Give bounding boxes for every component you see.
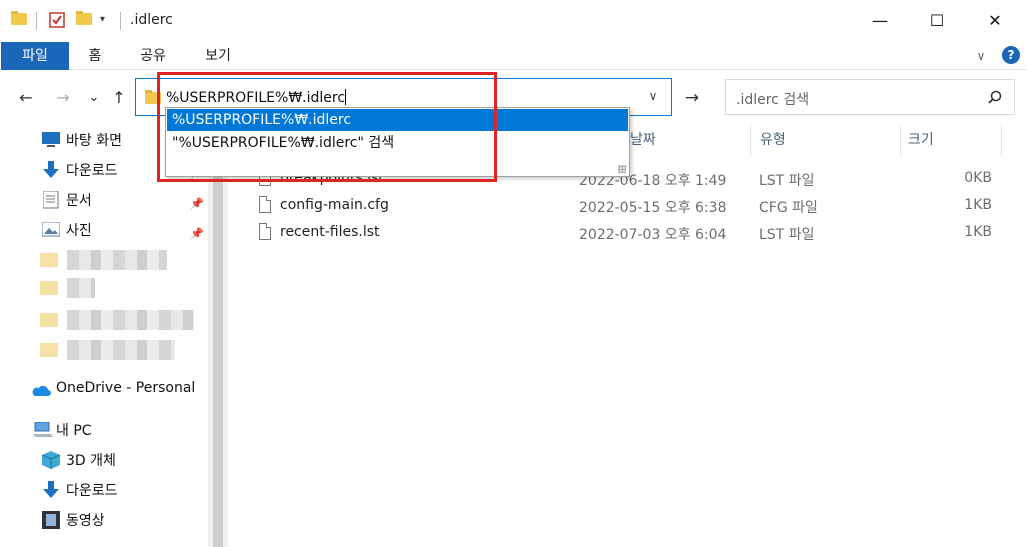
tab-file[interactable]: 파일	[1, 42, 69, 70]
folder-icon	[40, 343, 58, 357]
address-dropdown-icon[interactable]: ∨	[645, 88, 661, 104]
chevron-down-icon[interactable]: ∨	[971, 46, 991, 66]
redacted-label	[67, 250, 167, 270]
pin-icon[interactable]: 📌	[190, 227, 204, 240]
sidebar-item-label: 문서	[66, 193, 92, 209]
documents-icon	[43, 191, 59, 209]
search-input[interactable]: .idlerc 검색	[736, 89, 809, 109]
column-header-type[interactable]: 유형	[760, 126, 786, 154]
sidebar-scrollbar-thumb[interactable]	[213, 126, 223, 547]
pictures-icon	[42, 222, 60, 237]
search-icon[interactable]	[988, 90, 1002, 104]
cloud-icon	[32, 385, 51, 396]
file-name: config-main.cfg	[280, 197, 389, 213]
desktop-icon	[42, 132, 60, 147]
tab-home[interactable]: 홈	[80, 42, 110, 70]
back-button[interactable]: ←	[15, 87, 37, 109]
file-type: CFG 파일	[759, 200, 818, 216]
window-title: .idlerc	[130, 12, 173, 28]
sidebar-item-label: OneDrive - Personal	[56, 380, 196, 396]
sidebar-item-label: 3D 개체	[66, 453, 116, 469]
file-date: 2022-07-03 오후 6:04	[579, 227, 727, 243]
column-header-date[interactable]: 날짜	[630, 126, 656, 154]
maximize-button[interactable]: ☐	[914, 0, 960, 42]
sidebar-item-label: 다운로드	[66, 483, 118, 499]
file-name: recent-files.lst	[280, 224, 380, 240]
folder-icon	[40, 313, 58, 327]
file-size: 0KB	[964, 170, 992, 186]
divider	[120, 12, 121, 30]
folder-icon	[40, 253, 58, 267]
pin-icon[interactable]: 📌	[190, 197, 204, 210]
videos-icon	[42, 511, 60, 529]
navigation-pane: 바탕 화면 📌 다운로드 📌 문서 📌 사진 📌	[0, 126, 208, 547]
search-box[interactable]: .idlerc 검색	[725, 79, 1015, 115]
computer-icon	[33, 422, 53, 437]
sidebar-item-label: 바탕 화면	[66, 133, 122, 149]
redacted-label	[67, 310, 194, 330]
redacted-label	[67, 278, 95, 298]
sidebar-item-label: 동영상	[66, 513, 105, 529]
column-divider[interactable]	[1001, 126, 1002, 156]
up-button[interactable]: ↑	[108, 87, 130, 109]
ribbon-tabs: 파일 홈 공유 보기 ∨ ?	[0, 42, 1026, 70]
3d-objects-icon	[42, 451, 60, 469]
minimize-button[interactable]: —	[857, 0, 903, 42]
redacted-label	[67, 340, 175, 360]
title-bar: ▾ .idlerc — ☐ ✕	[0, 0, 1026, 42]
sidebar-item-label: 내 PC	[56, 423, 92, 439]
forward-button[interactable]: →	[52, 87, 74, 109]
help-icon[interactable]: ?	[1002, 46, 1020, 64]
file-row[interactable]: config-main.cfg 2022-05-15 오후 6:38 CFG 파…	[230, 193, 1026, 219]
resize-grip-icon[interactable]	[618, 165, 626, 173]
folder-icon	[11, 11, 27, 25]
sidebar-item-label: 다운로드	[66, 163, 118, 179]
quick-access-toolbar-dropdown-icon[interactable]: ▾	[100, 14, 105, 25]
file-type: LST 파일	[759, 227, 815, 243]
file-icon	[259, 223, 271, 240]
file-size: 1KB	[964, 197, 992, 213]
file-row[interactable]: recent-files.lst 2022-07-03 오후 6:04 LST …	[230, 220, 1026, 246]
column-header-size[interactable]: 크기	[908, 126, 934, 154]
folder-icon	[40, 281, 58, 295]
recent-locations-button[interactable]: ⌄	[83, 87, 105, 109]
download-arrow-icon	[43, 161, 59, 178]
file-icon	[259, 196, 271, 213]
sidebar-item-label: 사진	[66, 223, 92, 239]
file-size: 1KB	[964, 224, 992, 240]
file-date: 2022-05-15 오후 6:38	[579, 200, 727, 216]
highlight-box	[157, 72, 497, 182]
divider	[36, 12, 37, 30]
column-divider[interactable]	[750, 126, 751, 156]
properties-checkmark-icon[interactable]	[49, 12, 65, 28]
tab-share[interactable]: 공유	[133, 42, 173, 70]
tab-view[interactable]: 보기	[198, 42, 238, 70]
close-button[interactable]: ✕	[972, 0, 1018, 42]
file-type: LST 파일	[759, 173, 815, 189]
download-arrow-icon	[43, 481, 59, 498]
column-divider[interactable]	[900, 126, 901, 156]
go-button[interactable]: →	[681, 87, 703, 109]
new-folder-icon[interactable]	[76, 11, 92, 25]
